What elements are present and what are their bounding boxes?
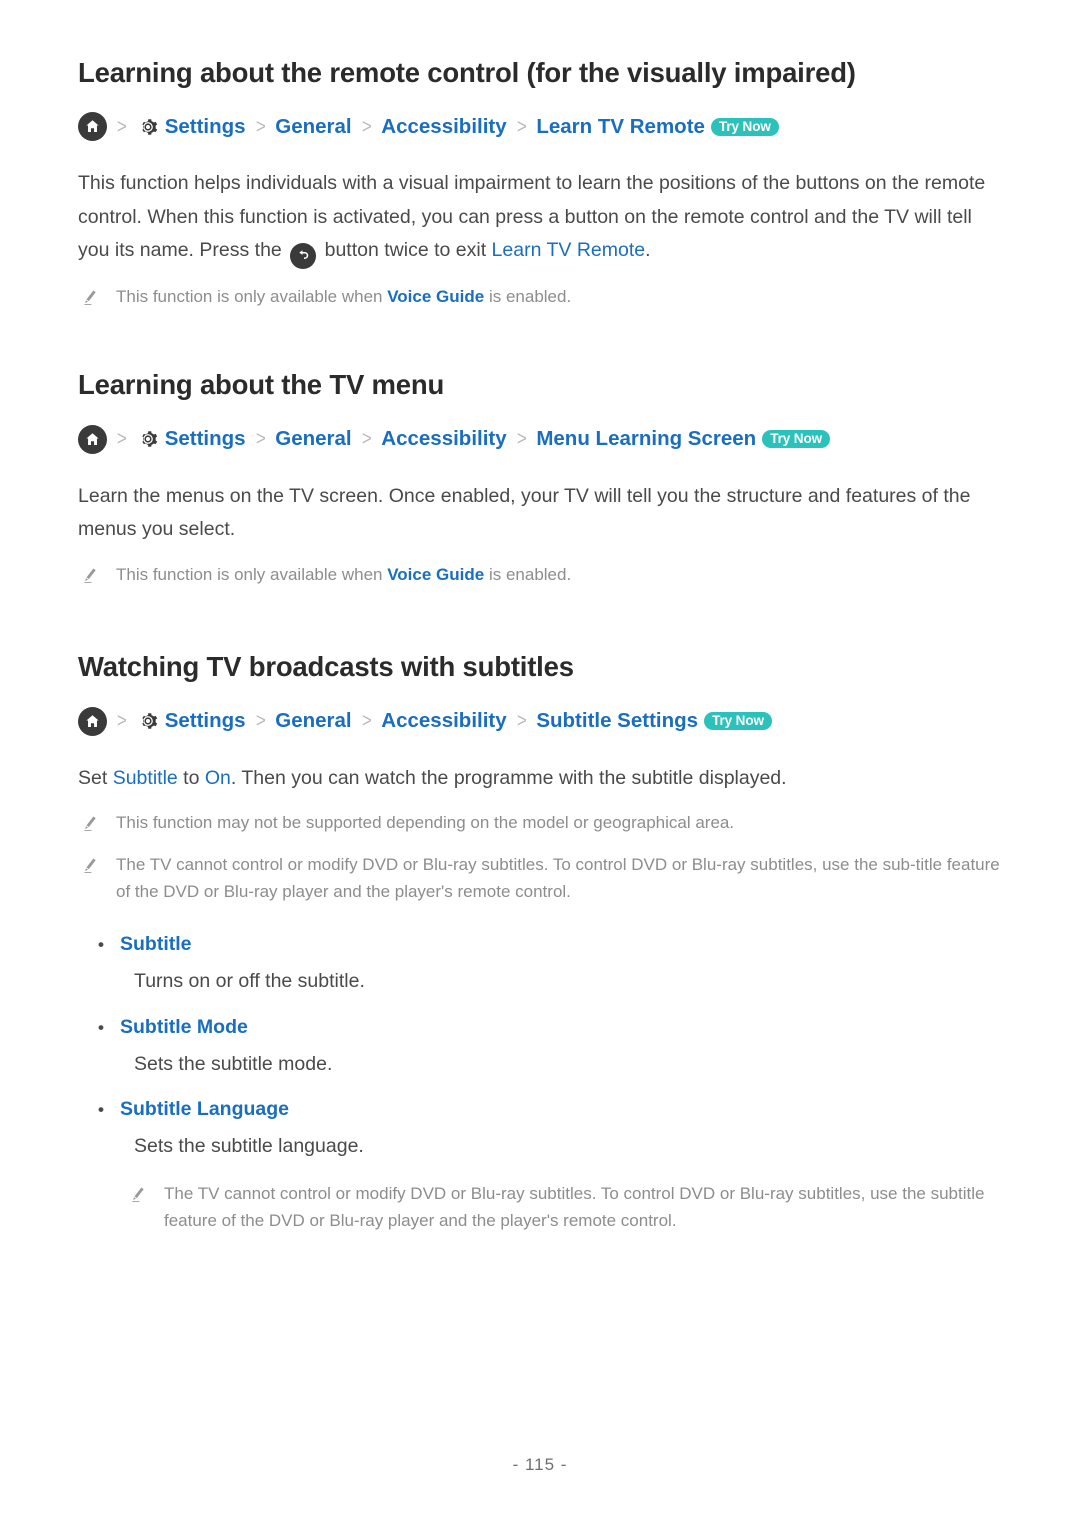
paragraph-text-part3: .: [645, 239, 651, 262]
inline-link-learn-tv-remote[interactable]: Learn TV Remote: [492, 239, 646, 261]
breadcrumb-item-general[interactable]: General: [275, 429, 351, 450]
list-item-label[interactable]: Subtitle Mode: [120, 1015, 248, 1040]
note-row: This function may not be supported depen…: [78, 809, 1008, 837]
try-now-badge[interactable]: Try Now: [762, 430, 830, 449]
paragraph-text-part3: . Then you can watch the programme with …: [230, 766, 787, 789]
list-item-description: Sets the subtitle mode.: [134, 1052, 333, 1075]
breadcrumb-separator: >: [361, 428, 372, 451]
breadcrumb-separator: >: [116, 428, 127, 451]
breadcrumb: > Settings > General > Accessibility > S…: [78, 706, 1008, 736]
breadcrumb-separator: >: [361, 710, 372, 733]
paragraph-text-part1: Set: [78, 766, 108, 789]
note-row: This function is only available when Voi…: [78, 283, 1008, 311]
breadcrumb-separator: >: [116, 115, 127, 138]
manual-page: Learning about the remote control (for t…: [0, 0, 1080, 1527]
section-subtitle-settings: Watching TV broadcasts with subtitles > …: [78, 650, 1008, 1234]
pencil-icon: [78, 566, 100, 585]
note-text: The TV cannot control or modify DVD or B…: [116, 854, 1000, 902]
note-text-after: is enabled.: [488, 564, 572, 584]
list-item-description: Turns on or off the subtitle.: [134, 970, 365, 993]
pencil-icon: [78, 288, 100, 307]
note-text: The TV cannot control or modify DVD or B…: [164, 1183, 985, 1231]
breadcrumb-item-general[interactable]: General: [275, 116, 351, 138]
inline-link-subtitle[interactable]: Subtitle: [113, 767, 178, 789]
bullet-dot-icon: •: [98, 1100, 104, 1120]
breadcrumb-item-settings[interactable]: Settings: [165, 711, 246, 732]
breadcrumb-item-accessibility[interactable]: Accessibility: [381, 429, 506, 450]
breadcrumb-item-learn-tv-remote[interactable]: Learn TV Remote: [536, 116, 705, 138]
home-icon[interactable]: [78, 706, 107, 736]
breadcrumb-separator: >: [516, 710, 527, 733]
note-text: This function may not be supported depen…: [116, 813, 735, 833]
gear-icon: [137, 428, 160, 451]
breadcrumb-separator: >: [516, 428, 527, 451]
note-text-before: This function is only available when: [116, 286, 383, 306]
list-item-heading: • Subtitle Mode: [78, 1015, 1008, 1040]
list-item-label[interactable]: Subtitle Language: [120, 1097, 289, 1122]
section-heading: Watching TV broadcasts with subtitles: [78, 651, 574, 683]
breadcrumb-item-accessibility[interactable]: Accessibility: [381, 116, 506, 138]
note-row: This function is only available when Voi…: [78, 561, 1008, 589]
note-row-trailing: The TV cannot control or modify DVD or B…: [126, 1180, 1008, 1235]
try-now-badge[interactable]: Try Now: [710, 117, 779, 136]
home-icon[interactable]: [78, 424, 107, 454]
list-item: • Subtitle Language Sets the subtitle la…: [78, 1097, 1008, 1162]
home-icon[interactable]: [78, 112, 107, 142]
note-text-after: is enabled.: [488, 286, 572, 306]
breadcrumb-item-settings[interactable]: Settings: [165, 116, 246, 138]
breadcrumb-item-accessibility[interactable]: Accessibility: [381, 711, 506, 732]
note-text: This function is only available when Voi…: [116, 283, 1008, 311]
section-learn-tv-remote: Learning about the remote control (for t…: [78, 56, 1008, 310]
breadcrumb-separator: >: [116, 710, 127, 733]
section-menu-learning-screen: Learning about the TV menu > Settings > …: [78, 368, 1008, 588]
list-item-description: Sets the subtitle language.: [134, 1135, 364, 1158]
list-item: • Subtitle Mode Sets the subtitle mode.: [78, 1015, 1008, 1080]
breadcrumb-item-subtitle-settings[interactable]: Subtitle Settings: [536, 711, 698, 732]
inline-link-on[interactable]: On: [205, 767, 231, 789]
section-heading: Learning about the TV menu: [78, 369, 445, 401]
pencil-icon: [126, 1185, 148, 1204]
note-text-before: This function is only available when: [116, 564, 383, 584]
bullet-dot-icon: •: [98, 1017, 104, 1037]
note-text: This function is only available when Voi…: [116, 561, 1008, 589]
return-arrow-icon: [290, 242, 317, 269]
breadcrumb: > Settings > General > Accessibility > L…: [78, 112, 1008, 142]
bullet-dot-icon: •: [98, 934, 104, 954]
paragraph-text-part2: button twice to exit: [324, 239, 487, 262]
breadcrumb-item-settings[interactable]: Settings: [165, 429, 246, 450]
section-paragraph: This function helps individuals with a v…: [78, 167, 1008, 269]
section-paragraph: Set Subtitle to On. Then you can watch t…: [78, 762, 1008, 796]
breadcrumb-item-general[interactable]: General: [275, 711, 351, 732]
section-paragraph: Learn the menus on the TV screen. Once e…: [78, 484, 971, 541]
page-title: Learning about the remote control (for t…: [78, 57, 856, 88]
pencil-icon: [78, 814, 100, 833]
breadcrumb-separator: >: [255, 710, 266, 733]
inline-link-voice-guide[interactable]: Voice Guide: [387, 287, 484, 306]
breadcrumb: > Settings > General > Accessibility > M…: [78, 424, 1008, 454]
paragraph-text-part2: to: [183, 766, 200, 789]
inline-link-voice-guide[interactable]: Voice Guide: [387, 565, 484, 584]
breadcrumb-separator: >: [516, 115, 527, 138]
breadcrumb-separator: >: [255, 428, 266, 451]
list-item-heading: • Subtitle Language: [78, 1097, 1008, 1122]
try-now-badge[interactable]: Try Now: [704, 712, 772, 731]
subtitle-options-list: • Subtitle Turns on or off the subtitle.…: [78, 932, 1008, 1162]
gear-icon: [137, 115, 160, 138]
breadcrumb-separator: >: [255, 115, 266, 138]
page-number: - 115 -: [512, 1455, 568, 1474]
breadcrumb-item-menu-learning-screen[interactable]: Menu Learning Screen: [536, 429, 756, 450]
gear-icon: [137, 710, 160, 733]
note-row: The TV cannot control or modify DVD or B…: [78, 851, 1008, 906]
page-content: Learning about the remote control (for t…: [78, 56, 1008, 1235]
breadcrumb-separator: >: [361, 115, 372, 138]
list-item-label[interactable]: Subtitle: [120, 932, 192, 957]
list-item-heading: • Subtitle: [78, 932, 1008, 957]
pencil-icon: [78, 856, 100, 875]
list-item: • Subtitle Turns on or off the subtitle.: [78, 932, 1008, 997]
